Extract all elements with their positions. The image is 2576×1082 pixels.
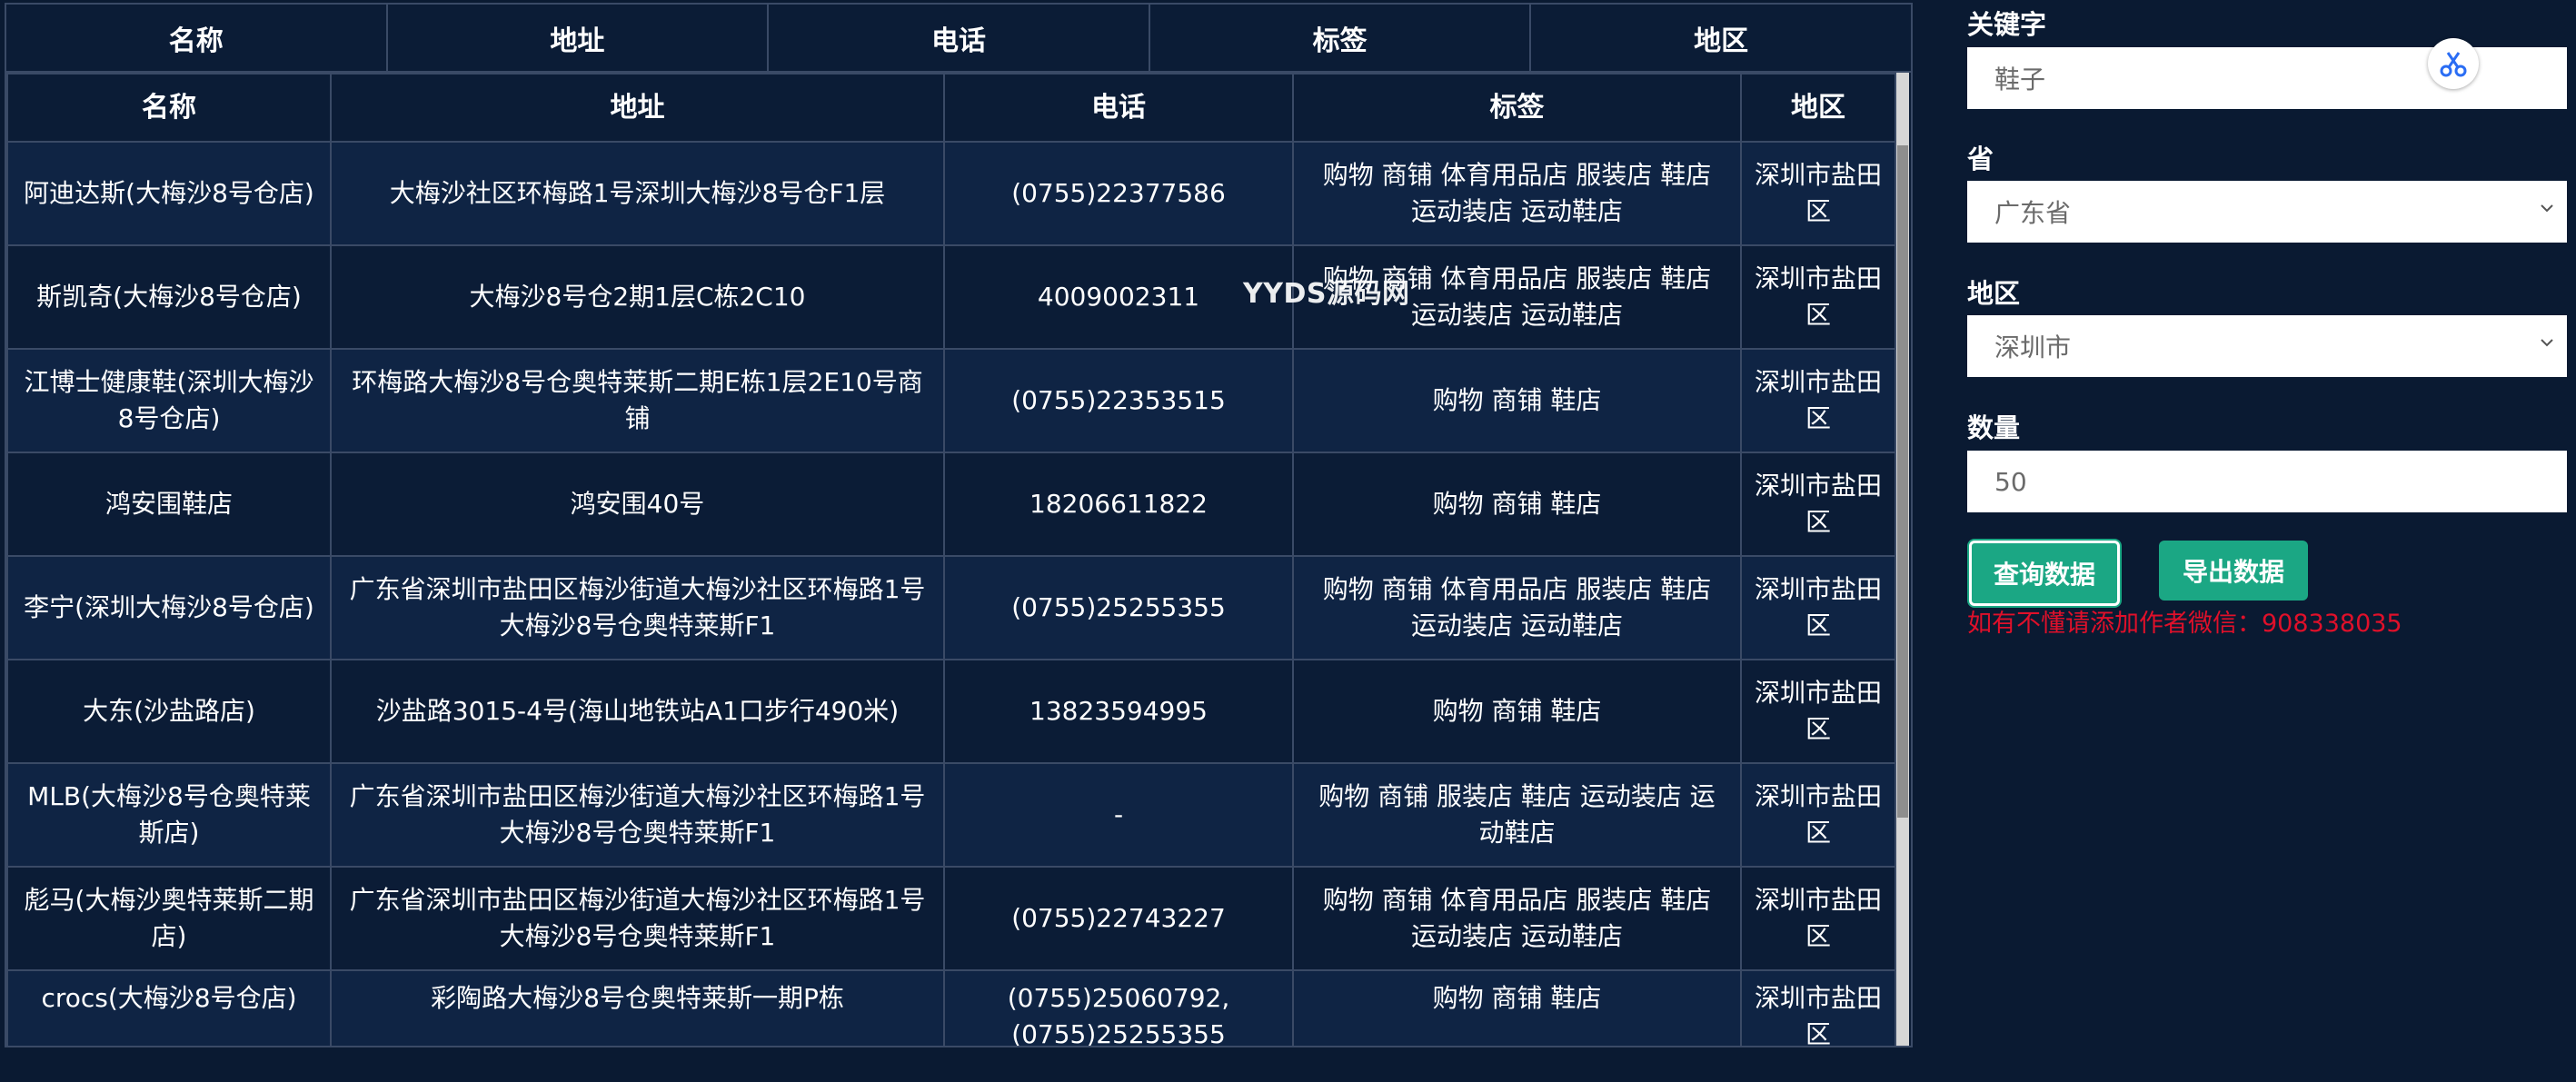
column-header: 地址 [330,73,945,143]
table-cell: (0755)22377586 [943,141,1294,246]
table-cell: (0755)25060792,(0755)25255355 [943,969,1294,1046]
table-cell: 阿迪达斯(大梅沙8号仓店) [6,141,332,246]
contact-note: 如有不懂请添加作者微信：908338035 [1967,610,2402,638]
table-cell: 大梅沙8号仓2期1层C栋2C10 [330,244,945,350]
table-cell: 深圳市盐田区 [1740,244,1896,350]
table-cell: 18206611822 [943,452,1294,557]
table-cell: (0755)22353515 [943,348,1294,453]
province-label: 省 [1967,144,1994,174]
scissors-icon [2440,52,2467,77]
table-cell: 4009002311 [943,244,1294,350]
column-header: 地区 [1740,73,1896,143]
table-row[interactable]: 李宁(深圳大梅沙8号仓店) 广东省深圳市盐田区梅沙街道大梅沙社区环梅路1号大梅沙8… [6,555,1896,660]
table-cell: 李宁(深圳大梅沙8号仓店) [6,555,332,660]
table-row[interactable]: 彪马(大梅沙奥特莱斯二期店) 广东省深圳市盐田区梅沙街道大梅沙社区环梅路1号大梅沙… [6,866,1896,971]
table-row[interactable]: 江博士健康鞋(深圳大梅沙8号仓店) 环梅路大梅沙8号仓奥特莱斯二期E栋1层2E10… [6,348,1896,453]
table-row[interactable]: 斯凯奇(大梅沙8号仓店) 大梅沙8号仓2期1层C栋2C10 4009002311 购物… [6,244,1896,350]
table-cell: 彪马(大梅沙奥特莱斯二期店) [6,866,332,971]
results-table: 名称 地址 电话 标签 地区 阿迪达斯(大梅沙8号仓店) 大梅沙社区环梅路1号深圳大梅沙8… [6,73,1896,1046]
table-cell: 购物 商铺 鞋店 [1292,659,1742,764]
table-header-row: 名称 地址 电话 标签 地区 [6,73,1896,143]
table-cell: 购物 商铺 鞋店 [1292,348,1742,453]
sticky-header-cell: 电话 [769,5,1150,71]
table-cell: 深圳市盐田区 [1740,762,1896,868]
table-cell: 13823594995 [943,659,1294,764]
province-select[interactable]: 广东省 [1967,181,2567,243]
table-cell: crocs(大梅沙8号仓店) [6,969,332,1046]
region-select[interactable]: 深圳市 [1967,315,2567,377]
table-row[interactable]: crocs(大梅沙8号仓店) 彩陶路大梅沙8号仓奥特莱斯一期P栋 (0755)250… [6,969,1896,1046]
table-cell: 深圳市盐田区 [1740,141,1896,246]
table-cell: 深圳市盐田区 [1740,348,1896,453]
region-value: 深圳市 [1994,333,2072,362]
column-header: 电话 [943,73,1294,143]
count-label: 数量 [1967,412,2021,443]
table-cell: (0755)25255355 [943,555,1294,660]
watermark-text: YYDS源码网 [1243,278,1410,310]
sticky-header-cell: 地址 [388,5,770,71]
sticky-header-cell: 名称 [6,5,388,71]
table-cell: 大梅沙社区环梅路1号深圳大梅沙8号仓F1层 [330,141,945,246]
table-cell: 购物 商铺 服装店 鞋店 运动装店 运动鞋店 [1292,762,1742,868]
export-data-button[interactable]: 导出数据 [2159,541,2308,601]
chevron-down-icon [2541,204,2553,213]
table-cell: 斯凯奇(大梅沙8号仓店) [6,244,332,350]
table-cell: 大东(沙盐路店) [6,659,332,764]
table-row[interactable]: 鸿安围鞋店 鸿安围40号 18206611822 购物 商铺 鞋店 深圳市盐田区 [6,452,1896,557]
column-header: 标签 [1292,73,1742,143]
sticky-header-cell: 标签 [1150,5,1532,71]
table-cell: 广东省深圳市盐田区梅沙街道大梅沙社区环梅路1号大梅沙8号仓奥特莱斯F1 [330,866,945,971]
table-cell: 深圳市盐田区 [1740,969,1896,1046]
table-cell: 广东省深圳市盐田区梅沙街道大梅沙社区环梅路1号大梅沙8号仓奥特莱斯F1 [330,555,945,660]
table-cell: 鸿安围鞋店 [6,452,332,557]
table-cell: 环梅路大梅沙8号仓奥特莱斯二期E栋1层2E10号商铺 [330,348,945,453]
table-cell: 购物 商铺 鞋店 [1292,452,1742,557]
screenshot-cut-button[interactable] [2428,38,2479,89]
table-cell: 深圳市盐田区 [1740,452,1896,557]
table-cell: 深圳市盐田区 [1740,866,1896,971]
table-cell: - [943,762,1294,868]
table-cell: 购物 商铺 鞋店 [1292,969,1742,1046]
table-row[interactable]: 大东(沙盐路店) 沙盐路3015-4号(海山地铁站A1口步行490米) 138235… [6,659,1896,764]
table-cell: 鸿安围40号 [330,452,945,557]
table-cell: 购物 商铺 体育用品店 服装店 鞋店 运动装店 运动鞋店 [1292,555,1742,660]
table-cell: 深圳市盐田区 [1740,555,1896,660]
results-table-container: 名称 地址 电话 标签 地区 名称 地址 电话 标签 地区 阿迪达斯(大梅沙8号仓店) 大梅沙社区… [5,3,1913,1047]
table-cell: 广东省深圳市盐田区梅沙街道大梅沙社区环梅路1号大梅沙8号仓奥特莱斯F1 [330,762,945,868]
table-cell: 购物 商铺 体育用品店 服装店 鞋店 运动装店 运动鞋店 [1292,141,1742,246]
column-header: 名称 [6,73,332,143]
table-cell: MLB(大梅沙8号仓奥特莱斯店) [6,762,332,868]
query-data-button[interactable]: 查询数据 [1969,541,2120,606]
province-value: 广东省 [1994,198,2072,228]
chevron-down-icon [2541,339,2553,347]
sticky-table-header: 名称 地址 电话 标签 地区 [6,5,1911,73]
region-label: 地区 [1967,278,2021,309]
table-cell: 购物 商铺 体育用品店 服装店 鞋店 运动装店 运动鞋店 [1292,866,1742,971]
table-cell: (0755)22743227 [943,866,1294,971]
keyword-label: 关键字 [1967,9,2047,40]
table-row[interactable]: 阿迪达斯(大梅沙8号仓店) 大梅沙社区环梅路1号深圳大梅沙8号仓F1层 (0755)… [6,141,1896,246]
keyword-value: 鞋子 [1994,65,2046,94]
table-scrollbar[interactable] [1896,73,1909,1046]
table-cell: 彩陶路大梅沙8号仓奥特莱斯一期P栋 [330,969,945,1046]
table-scroll-area[interactable]: 名称 地址 电话 标签 地区 阿迪达斯(大梅沙8号仓店) 大梅沙社区环梅路1号深圳大梅沙8… [6,73,1901,1046]
sticky-header-cell: 地区 [1694,25,1749,57]
scrollbar-thumb[interactable] [1897,145,1908,818]
count-value: 50 [1994,466,2027,497]
count-input[interactable]: 50 [1967,451,2567,512]
table-cell: 江博士健康鞋(深圳大梅沙8号仓店) [6,348,332,453]
table-cell: 深圳市盐田区 [1740,659,1896,764]
table-cell: 沙盐路3015-4号(海山地铁站A1口步行490米) [330,659,945,764]
table-row[interactable]: MLB(大梅沙8号仓奥特莱斯店) 广东省深圳市盐田区梅沙街道大梅沙社区环梅路1号大… [6,762,1896,868]
